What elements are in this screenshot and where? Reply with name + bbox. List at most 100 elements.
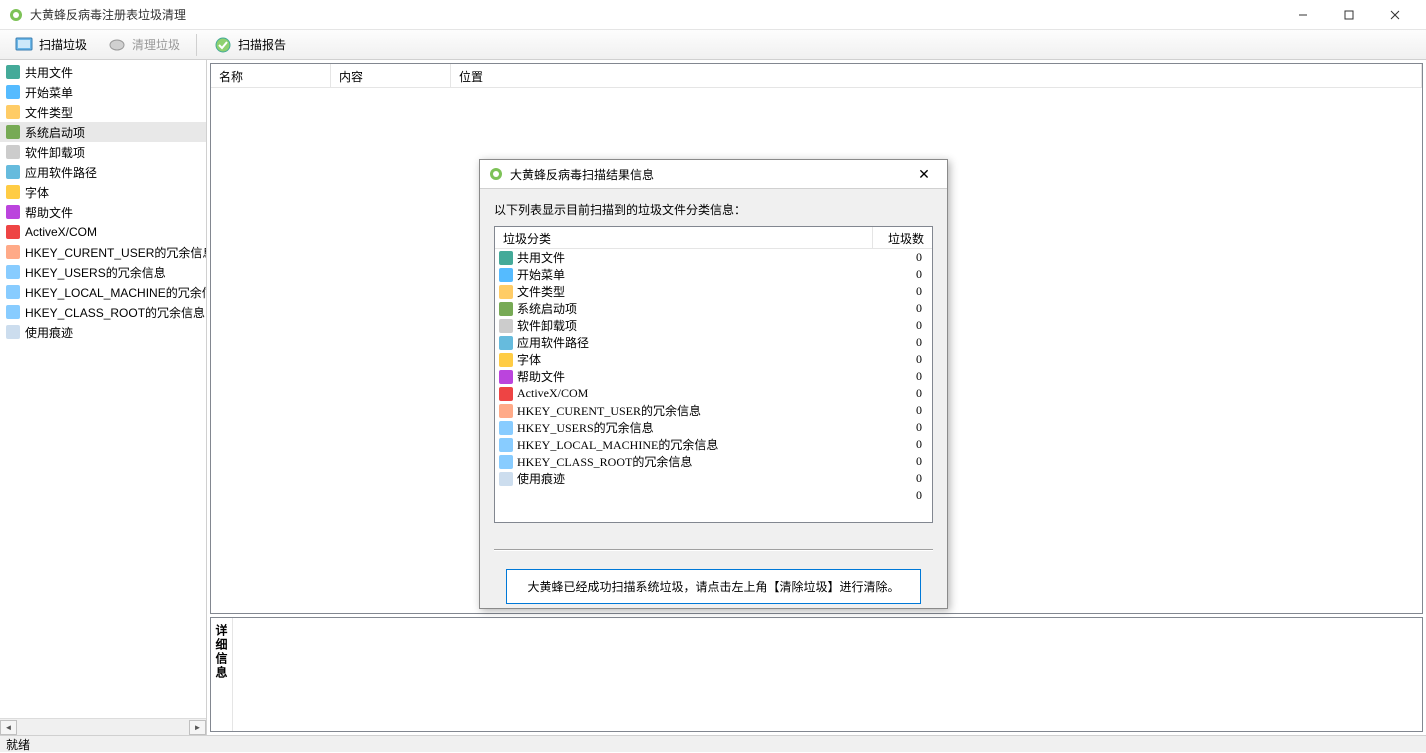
- toolbar-separator: [196, 34, 197, 56]
- result-row[interactable]: ActiveX/COM0: [495, 385, 932, 402]
- sidebar-item-label: HKEY_CLASS_ROOT的冗余信息: [25, 304, 205, 321]
- app-icon: [8, 7, 24, 23]
- sidebar-item-label: ActiveX/COM: [25, 225, 97, 239]
- result-row-icon: [499, 438, 513, 452]
- result-row-icon: [499, 336, 513, 350]
- result-row-count: 0: [882, 454, 932, 469]
- scroll-right-button[interactable]: ►: [189, 720, 206, 735]
- sidebar-item-icon: [6, 85, 20, 99]
- result-header: 垃圾分类 垃圾数: [495, 227, 932, 249]
- result-row-label: 帮助文件: [517, 368, 882, 385]
- scan-button[interactable]: 扫描垃圾: [6, 32, 95, 58]
- result-row[interactable]: 软件卸载项0: [495, 317, 932, 334]
- sidebar-item-label: 帮助文件: [25, 204, 73, 221]
- result-list: 垃圾分类 垃圾数 共用文件0开始菜单0文件类型0系统启动项0软件卸载项0应用软件…: [494, 226, 933, 523]
- sidebar-item-13[interactable]: 使用痕迹: [0, 322, 206, 342]
- column-content[interactable]: 内容: [331, 64, 451, 87]
- clean-button[interactable]: 清理垃圾: [99, 32, 188, 58]
- result-row-count: 0: [882, 284, 932, 299]
- sidebar-item-7[interactable]: 帮助文件: [0, 202, 206, 222]
- close-button[interactable]: [1372, 1, 1418, 29]
- result-row-icon: [499, 404, 513, 418]
- sidebar-item-5[interactable]: 应用软件路径: [0, 162, 206, 182]
- result-row[interactable]: 帮助文件0: [495, 368, 932, 385]
- sidebar-item-label: 使用痕迹: [25, 324, 73, 341]
- result-row-label: 使用痕迹: [517, 470, 882, 487]
- column-name[interactable]: 名称: [211, 64, 331, 87]
- result-row-label: 软件卸载项: [517, 317, 882, 334]
- result-row-count: 0: [882, 335, 932, 350]
- minimize-button[interactable]: [1280, 1, 1326, 29]
- result-row[interactable]: 应用软件路径0: [495, 334, 932, 351]
- result-row-count: 0: [882, 318, 932, 333]
- result-row-icon: [499, 353, 513, 367]
- sidebar-item-12[interactable]: HKEY_CLASS_ROOT的冗余信息: [0, 302, 206, 322]
- detail-label: 详细信息: [211, 618, 233, 731]
- titlebar: 大黄蜂反病毒注册表垃圾清理: [0, 0, 1426, 30]
- result-row-icon: [499, 285, 513, 299]
- result-row[interactable]: HKEY_CURENT_USER的冗余信息0: [495, 402, 932, 419]
- sidebar-item-icon: [6, 125, 20, 139]
- result-row-label: 应用软件路径: [517, 334, 882, 351]
- result-row-label: ActiveX/COM: [517, 386, 882, 401]
- result-row[interactable]: 字体0: [495, 351, 932, 368]
- sidebar-item-6[interactable]: 字体: [0, 182, 206, 202]
- maximize-button[interactable]: [1326, 1, 1372, 29]
- sidebar-item-icon: [6, 185, 20, 199]
- result-header-count[interactable]: 垃圾数: [872, 227, 932, 248]
- scan-label: 扫描垃圾: [39, 36, 87, 53]
- scroll-track[interactable]: [17, 720, 189, 735]
- column-location[interactable]: 位置: [451, 64, 1422, 87]
- sidebar-item-icon: [6, 105, 20, 119]
- clean-icon: [107, 35, 127, 55]
- sidebar-item-icon: [6, 285, 20, 299]
- sidebar-item-icon: [6, 165, 20, 179]
- sidebar-item-label: 应用软件路径: [25, 164, 97, 181]
- result-row-label: HKEY_CLASS_ROOT的冗余信息: [517, 453, 882, 470]
- sidebar-item-3[interactable]: 系统启动项: [0, 122, 206, 142]
- sidebar-item-2[interactable]: 文件类型: [0, 102, 206, 122]
- result-row[interactable]: 文件类型0: [495, 283, 932, 300]
- result-row[interactable]: HKEY_CLASS_ROOT的冗余信息0: [495, 453, 932, 470]
- clean-label: 清理垃圾: [132, 36, 180, 53]
- sidebar-item-9[interactable]: HKEY_CURENT_USER的冗余信息: [0, 242, 206, 262]
- sidebar-item-0[interactable]: 共用文件: [0, 62, 206, 82]
- result-row-count: 0: [882, 437, 932, 452]
- sidebar-item-1[interactable]: 开始菜单: [0, 82, 206, 102]
- sidebar-item-10[interactable]: HKEY_USERS的冗余信息: [0, 262, 206, 282]
- detail-panel: 详细信息: [210, 617, 1423, 732]
- sidebar-scrollbar[interactable]: ◄ ►: [0, 718, 206, 735]
- result-row[interactable]: 共用文件0: [495, 249, 932, 266]
- report-button[interactable]: 扫描报告: [205, 32, 294, 58]
- dialog-title: 大黄蜂反病毒扫描结果信息: [510, 166, 909, 183]
- result-row-label: 系统启动项: [517, 300, 882, 317]
- dialog-message-button[interactable]: 大黄蜂已经成功扫描系统垃圾，请点击左上角【清除垃圾】进行清除。: [506, 569, 920, 604]
- scroll-left-button[interactable]: ◄: [0, 720, 17, 735]
- list-header: 名称 内容 位置: [211, 64, 1422, 88]
- result-row-label: HKEY_CURENT_USER的冗余信息: [517, 402, 882, 419]
- result-row[interactable]: HKEY_LOCAL_MACHINE的冗余信息0: [495, 436, 932, 453]
- sidebar-item-11[interactable]: HKEY_LOCAL_MACHINE的冗余信息: [0, 282, 206, 302]
- sidebar-item-label: 共用文件: [25, 64, 73, 81]
- sidebar-item-label: HKEY_LOCAL_MACHINE的冗余信息: [25, 284, 207, 301]
- sidebar-item-4[interactable]: 软件卸载项: [0, 142, 206, 162]
- report-icon: [213, 35, 233, 55]
- result-row[interactable]: 开始菜单0: [495, 266, 932, 283]
- dialog-close-button[interactable]: ✕: [909, 162, 939, 186]
- result-row[interactable]: 系统启动项0: [495, 300, 932, 317]
- dialog-prompt: 以下列表显示目前扫描到的垃圾文件分类信息：: [494, 201, 933, 218]
- result-row[interactable]: HKEY_USERS的冗余信息0: [495, 419, 932, 436]
- result-row[interactable]: 使用痕迹0: [495, 470, 932, 487]
- statusbar: 就绪: [0, 735, 1426, 752]
- result-row-icon: [499, 472, 513, 486]
- result-row-count: 0: [882, 386, 932, 401]
- result-row-icon: [499, 268, 513, 282]
- sidebar-item-icon: [6, 325, 20, 339]
- result-row-label: 开始菜单: [517, 266, 882, 283]
- result-header-category[interactable]: 垃圾分类: [495, 227, 872, 248]
- sidebar-item-label: 软件卸载项: [25, 144, 85, 161]
- result-row-icon: [499, 387, 513, 401]
- result-row[interactable]: 0: [495, 487, 932, 504]
- sidebar-item-icon: [6, 265, 20, 279]
- sidebar-item-8[interactable]: ActiveX/COM: [0, 222, 206, 242]
